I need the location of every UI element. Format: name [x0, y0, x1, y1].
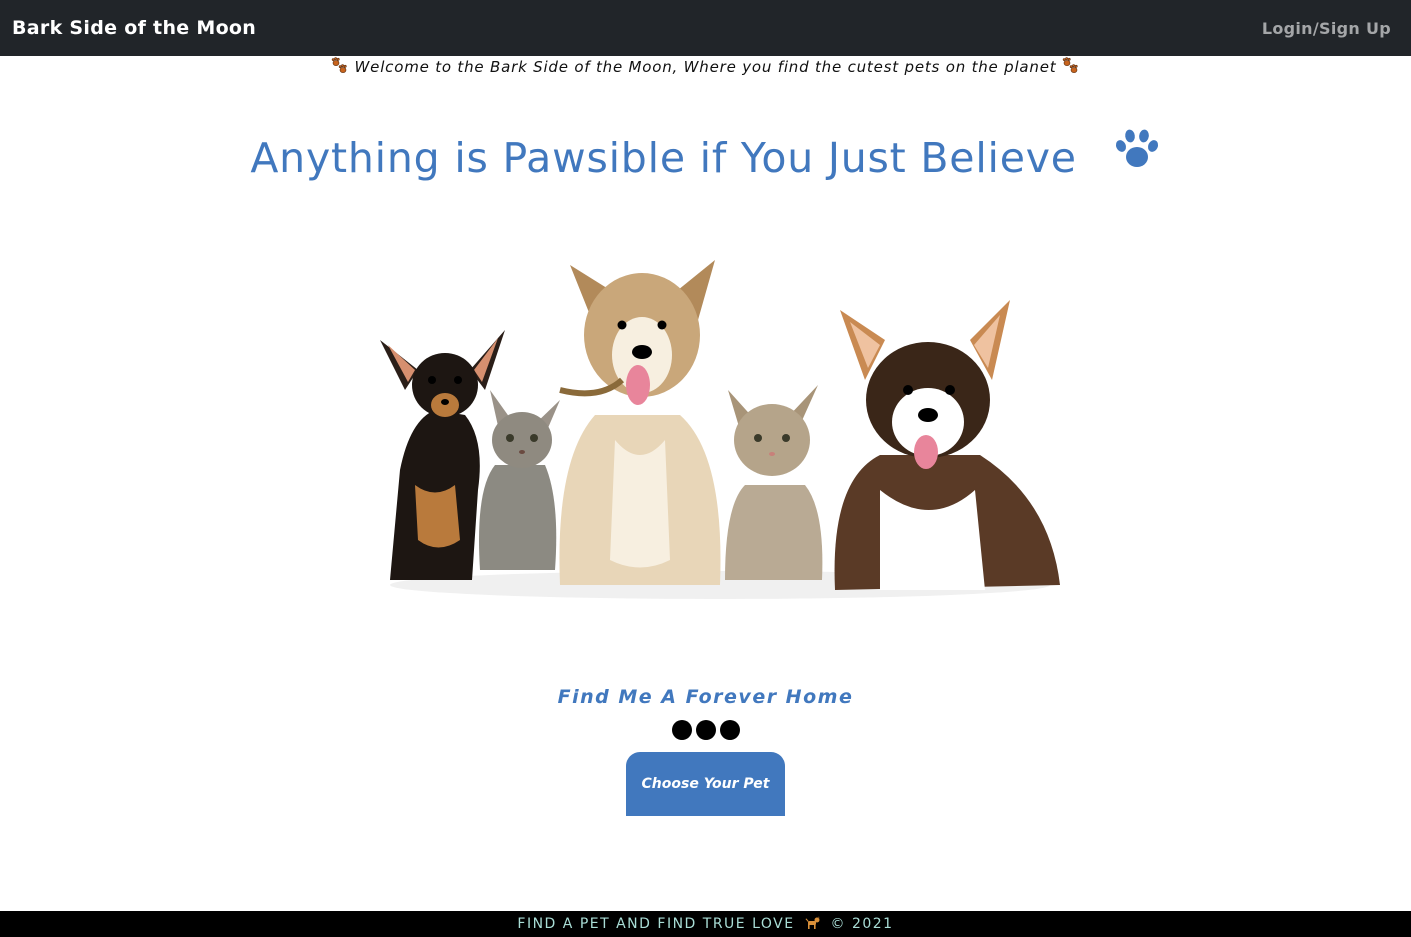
- paw-icon: [1115, 129, 1158, 167]
- dog-icon: [805, 916, 820, 929]
- choose-your-pet-button[interactable]: Choose Your Pet: [626, 752, 785, 816]
- footer-text: FIND A PET AND FIND TRUE LOVE: [517, 916, 795, 932]
- corgi-dog-figure: [834, 300, 1060, 590]
- dot-icon: [719, 720, 740, 740]
- login-signup-link[interactable]: Login/Sign Up: [1262, 19, 1391, 38]
- dot-icon: [671, 720, 692, 740]
- paw-prints-icon: [331, 57, 347, 73]
- husky-dog-figure: [559, 260, 721, 585]
- forever-home-tagline: Find Me A Forever Home: [557, 686, 854, 708]
- pets-group-image: [380, 260, 1060, 599]
- footer: FIND A PET AND FIND TRUE LOVE © 2021: [0, 911, 1411, 937]
- navbar: Bark Side of the Moon Login/Sign Up: [0, 0, 1411, 56]
- tabby-kitten-figure: [725, 385, 823, 580]
- paw-prints-icon: [1062, 57, 1078, 73]
- copyright-text: © 2021: [830, 916, 894, 932]
- brand-link[interactable]: Bark Side of the Moon: [12, 17, 256, 39]
- sphynx-cat-figure: [479, 390, 560, 570]
- welcome-banner: Welcome to the Bark Side of the Moon, Wh…: [0, 57, 1411, 76]
- dot-icon: [695, 720, 716, 740]
- page-title: Anything is Pawsible if You Just Believe: [0, 128, 1411, 182]
- dots-decoration: [0, 720, 1411, 740]
- welcome-text: Welcome to the Bark Side of the Moon, Wh…: [354, 58, 1057, 76]
- headline-text: Anything is Pawsible if You Just Believe: [250, 134, 1077, 182]
